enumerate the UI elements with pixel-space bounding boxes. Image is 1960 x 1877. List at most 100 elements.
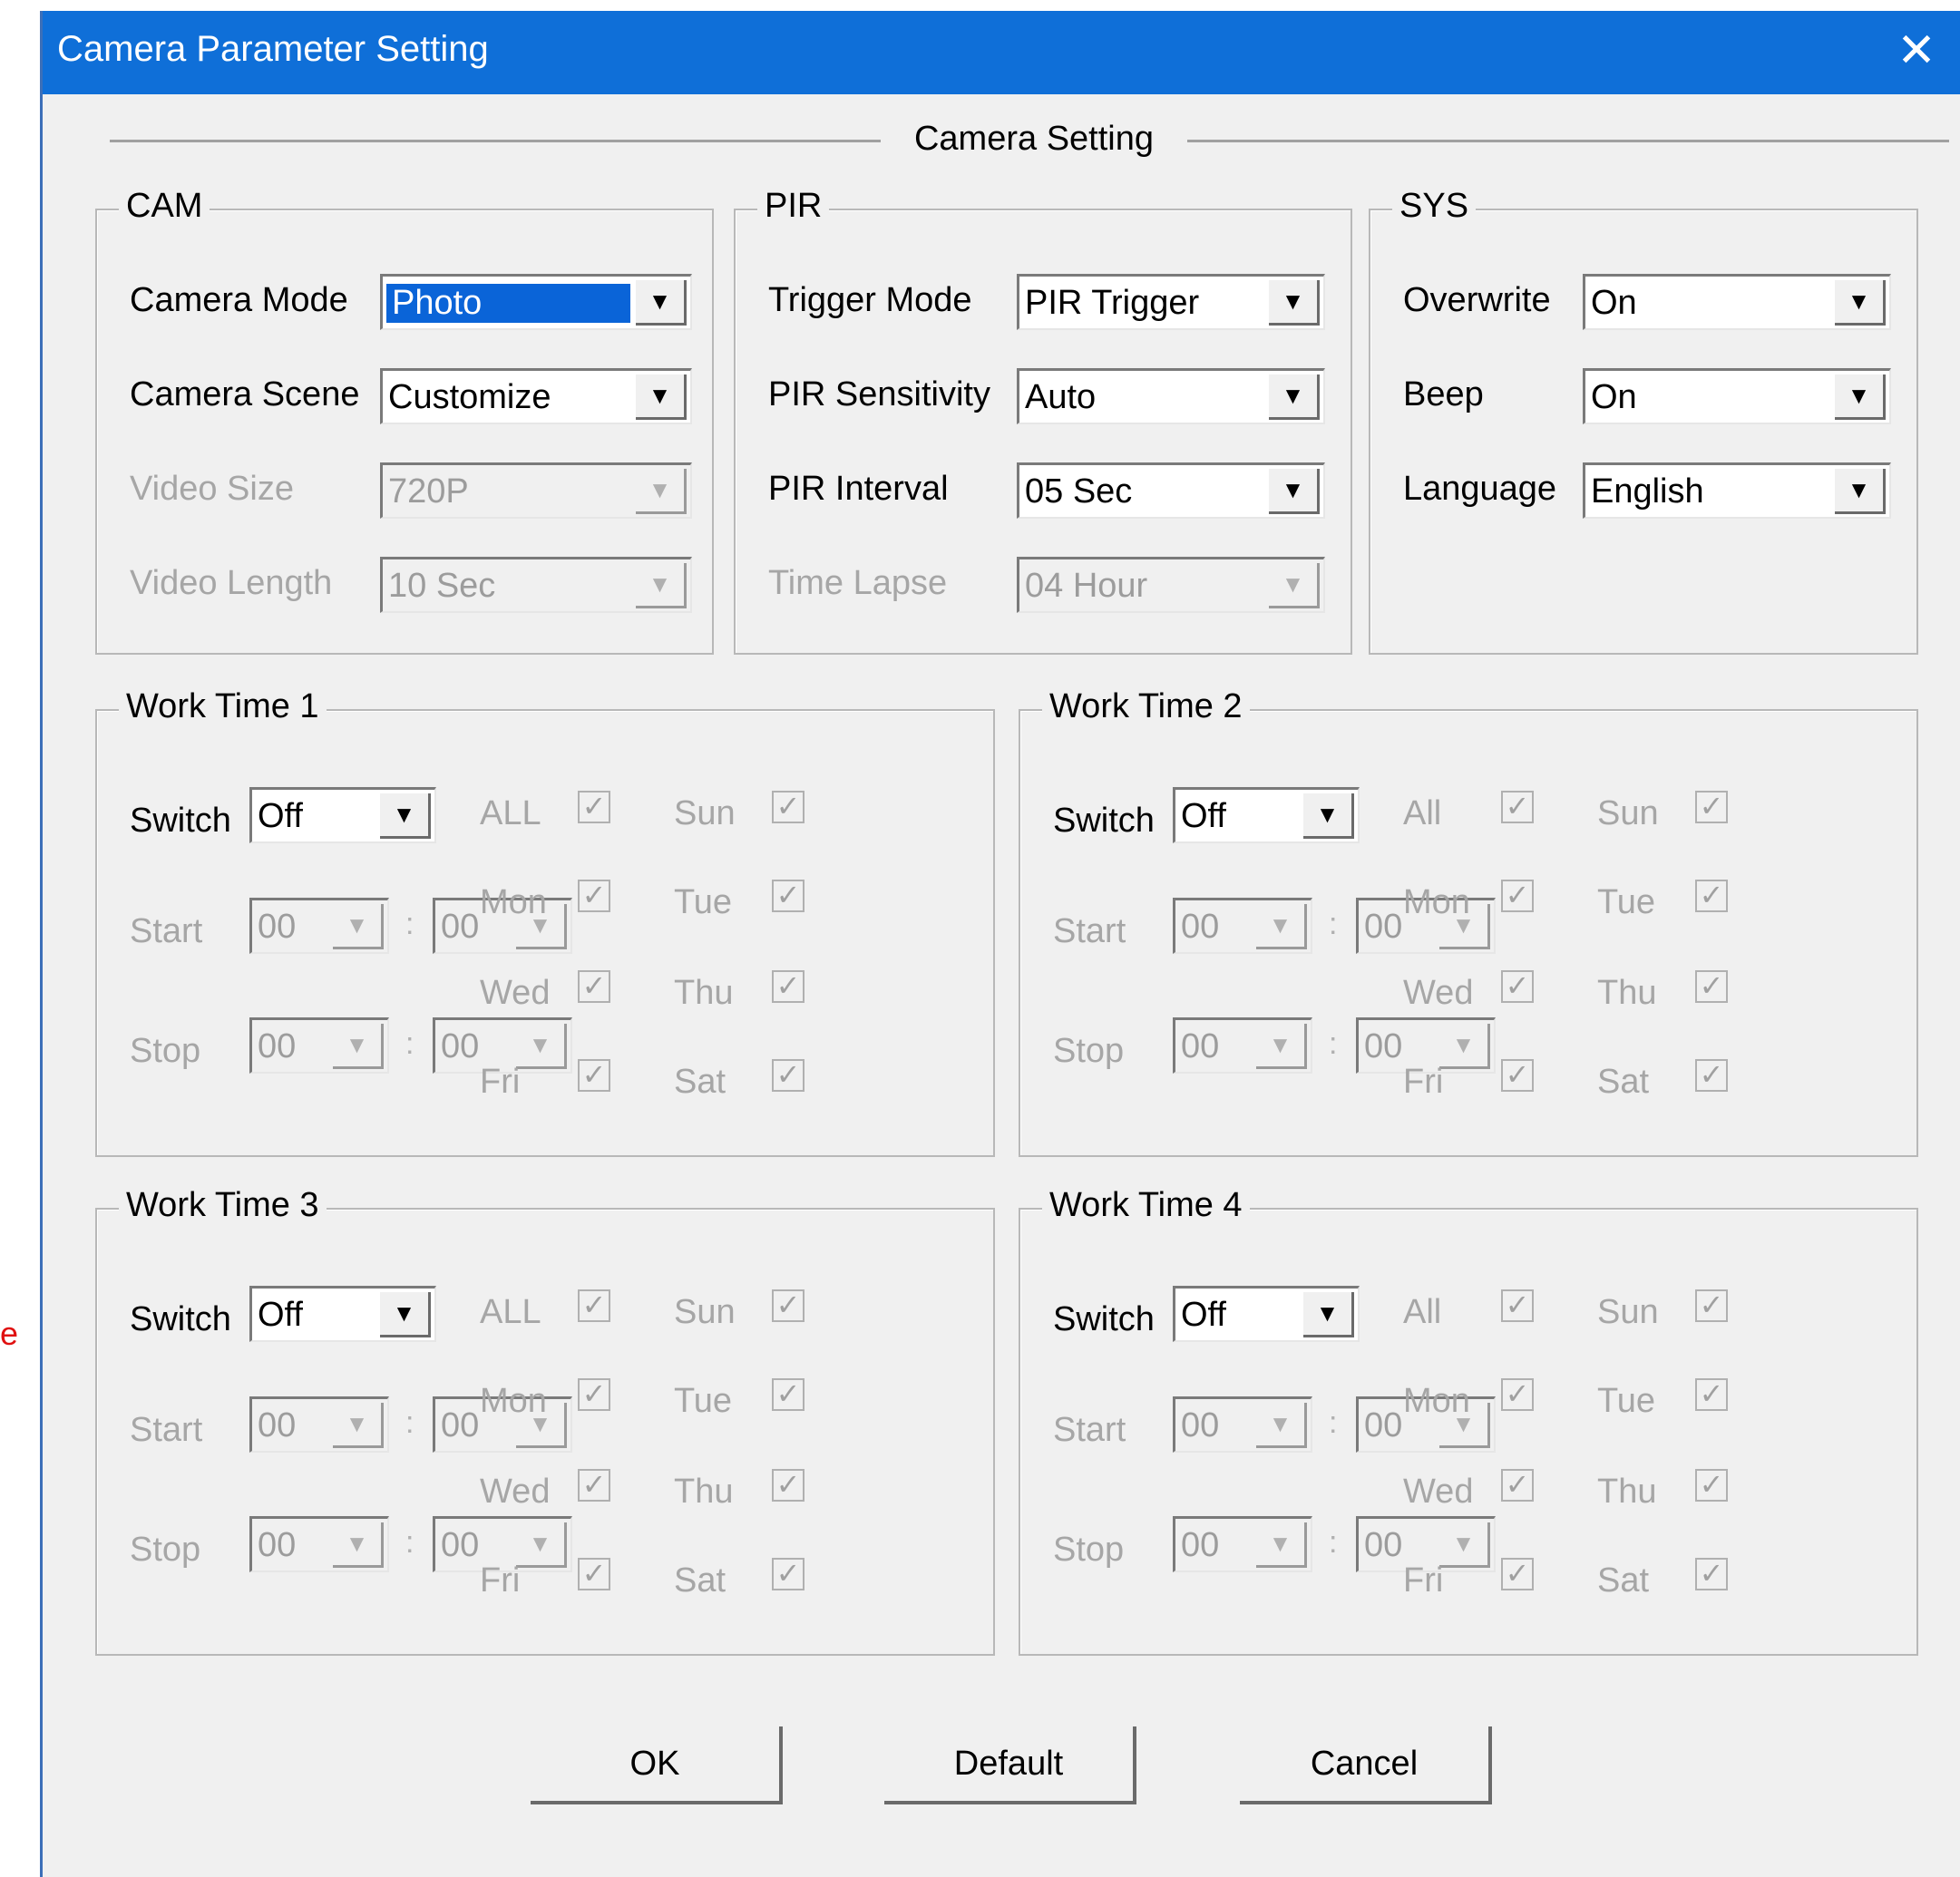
day-checkbox[interactable]: ✓ — [772, 1289, 804, 1322]
start-label: Start — [130, 912, 203, 950]
time-lapse-select[interactable]: 04 Hour ▼ — [1017, 557, 1325, 613]
day-checkbox[interactable]: ✓ — [578, 1378, 610, 1411]
day-checkbox[interactable]: ✓ — [1695, 1059, 1728, 1092]
day-label: Wed — [480, 974, 551, 1012]
chevron-down-icon[interactable]: ▼ — [1835, 280, 1886, 326]
work-time-legend: Work Time 3 — [119, 1186, 327, 1225]
chevron-down-icon[interactable]: ▼ — [636, 280, 687, 326]
start-hour-select[interactable]: 00 ▼ — [1173, 898, 1312, 954]
start-hour-select[interactable]: 00 ▼ — [249, 1396, 389, 1453]
video-length-select[interactable]: 10 Sec ▼ — [380, 557, 692, 613]
start-hour-select[interactable]: 00 ▼ — [249, 898, 389, 954]
start-hour-select[interactable]: 00 ▼ — [1173, 1396, 1312, 1453]
chevron-down-icon[interactable]: ▼ — [516, 1024, 567, 1069]
day-checkbox[interactable]: ✓ — [1501, 1378, 1534, 1411]
camera-scene-select[interactable]: Customize ▼ — [380, 368, 692, 424]
trigger-mode-select[interactable]: PIR Trigger ▼ — [1017, 274, 1325, 330]
cancel-button[interactable]: Cancel — [1240, 1726, 1492, 1804]
chevron-down-icon[interactable]: ▼ — [636, 374, 687, 420]
language-select[interactable]: English ▼ — [1583, 462, 1891, 519]
day-checkbox[interactable]: ✓ — [1695, 880, 1728, 912]
pir-interval-value: 05 Sec — [1025, 472, 1133, 511]
day-checkbox[interactable]: ✓ — [772, 1558, 804, 1590]
day-checkbox[interactable]: ✓ — [578, 1558, 610, 1590]
switch-select[interactable]: Off ▼ — [249, 787, 436, 843]
close-icon[interactable]: ✕ — [1884, 18, 1949, 83]
check-icon: ✓ — [775, 969, 801, 1002]
chevron-down-icon[interactable]: ▼ — [1439, 1522, 1490, 1568]
chevron-down-icon[interactable]: ▼ — [1256, 1522, 1307, 1568]
beep-select[interactable]: On ▼ — [1583, 368, 1891, 424]
time-value: 00 — [441, 1406, 480, 1444]
work-time-3-group: Work Time 3 Switch Off ▼ Start Stop 00 ▼ 00 ▼ 00 ▼ 0… — [95, 1186, 995, 1656]
chevron-down-icon[interactable]: ▼ — [333, 1522, 384, 1568]
video-size-select[interactable]: 720P ▼ — [380, 462, 692, 519]
day-checkbox[interactable]: ✓ — [578, 1469, 610, 1502]
day-checkbox[interactable]: ✓ — [1501, 1558, 1534, 1590]
pir-interval-select[interactable]: 05 Sec ▼ — [1017, 462, 1325, 519]
day-checkbox[interactable]: ✓ — [1501, 1469, 1534, 1502]
stop-label: Stop — [130, 1531, 201, 1569]
day-checkbox[interactable]: ✓ — [578, 880, 610, 912]
camera-mode-select[interactable]: Photo ▼ — [380, 274, 692, 330]
stop-hour-select[interactable]: 00 ▼ — [249, 1017, 389, 1074]
stop-hour-select[interactable]: 00 ▼ — [1173, 1017, 1312, 1074]
switch-select[interactable]: Off ▼ — [1173, 1286, 1360, 1342]
day-checkbox[interactable]: ✓ — [1695, 1289, 1728, 1322]
check-icon: ✓ — [775, 1468, 801, 1501]
day-label: Wed — [480, 1473, 551, 1511]
chevron-down-icon[interactable]: ▼ — [1256, 904, 1307, 949]
chevron-down-icon[interactable]: ▼ — [1256, 1403, 1307, 1448]
day-checkbox[interactable]: ✓ — [772, 791, 804, 823]
chevron-down-icon[interactable]: ▼ — [333, 904, 384, 949]
stop-hour-select[interactable]: 00 ▼ — [249, 1516, 389, 1572]
pir-sensitivity-select[interactable]: Auto ▼ — [1017, 368, 1325, 424]
day-checkbox[interactable]: ✓ — [1501, 970, 1534, 1003]
day-label: Sun — [1597, 1293, 1659, 1331]
overwrite-select[interactable]: On ▼ — [1583, 274, 1891, 330]
day-checkbox[interactable]: ✓ — [1695, 970, 1728, 1003]
day-checkbox[interactable]: ✓ — [1501, 791, 1534, 823]
day-checkbox[interactable]: ✓ — [578, 970, 610, 1003]
time-separator: : — [1329, 1405, 1338, 1440]
chevron-down-icon[interactable]: ▼ — [380, 1292, 431, 1337]
chevron-down-icon[interactable]: ▼ — [1256, 1024, 1307, 1069]
check-icon: ✓ — [1505, 1058, 1530, 1091]
day-checkbox[interactable]: ✓ — [1695, 1558, 1728, 1590]
chevron-down-icon[interactable]: ▼ — [516, 1522, 567, 1568]
day-checkbox[interactable]: ✓ — [1501, 1289, 1534, 1322]
day-checkbox[interactable]: ✓ — [772, 970, 804, 1003]
chevron-down-icon[interactable]: ▼ — [1303, 793, 1354, 839]
day-checkbox[interactable]: ✓ — [772, 1378, 804, 1411]
day-checkbox[interactable]: ✓ — [1695, 1378, 1728, 1411]
switch-select[interactable]: Off ▼ — [249, 1286, 436, 1342]
chevron-down-icon[interactable]: ▼ — [333, 1403, 384, 1448]
day-checkbox[interactable]: ✓ — [578, 791, 610, 823]
ok-button[interactable]: OK — [531, 1726, 783, 1804]
chevron-down-icon[interactable]: ▼ — [1835, 469, 1886, 514]
default-button[interactable]: Default — [884, 1726, 1136, 1804]
chevron-down-icon[interactable]: ▼ — [1269, 280, 1320, 326]
chevron-down-icon[interactable]: ▼ — [636, 469, 687, 514]
chevron-down-icon[interactable]: ▼ — [1269, 374, 1320, 420]
chevron-down-icon[interactable]: ▼ — [1303, 1292, 1354, 1337]
video-size-label: Video Size — [130, 470, 294, 508]
chevron-down-icon[interactable]: ▼ — [333, 1024, 384, 1069]
day-checkbox[interactable]: ✓ — [1695, 791, 1728, 823]
day-checkbox[interactable]: ✓ — [772, 1059, 804, 1092]
chevron-down-icon[interactable]: ▼ — [636, 563, 687, 608]
stop-hour-select[interactable]: 00 ▼ — [1173, 1516, 1312, 1572]
day-checkbox[interactable]: ✓ — [578, 1059, 610, 1092]
day-checkbox[interactable]: ✓ — [1695, 1469, 1728, 1502]
chevron-down-icon[interactable]: ▼ — [380, 793, 431, 839]
day-checkbox[interactable]: ✓ — [1501, 880, 1534, 912]
day-checkbox[interactable]: ✓ — [1501, 1059, 1534, 1092]
switch-select[interactable]: Off ▼ — [1173, 787, 1360, 843]
chevron-down-icon[interactable]: ▼ — [1439, 1024, 1490, 1069]
chevron-down-icon[interactable]: ▼ — [1835, 374, 1886, 420]
chevron-down-icon[interactable]: ▼ — [1269, 563, 1320, 608]
day-checkbox[interactable]: ✓ — [578, 1289, 610, 1322]
day-checkbox[interactable]: ✓ — [772, 880, 804, 912]
day-checkbox[interactable]: ✓ — [772, 1469, 804, 1502]
chevron-down-icon[interactable]: ▼ — [1269, 469, 1320, 514]
